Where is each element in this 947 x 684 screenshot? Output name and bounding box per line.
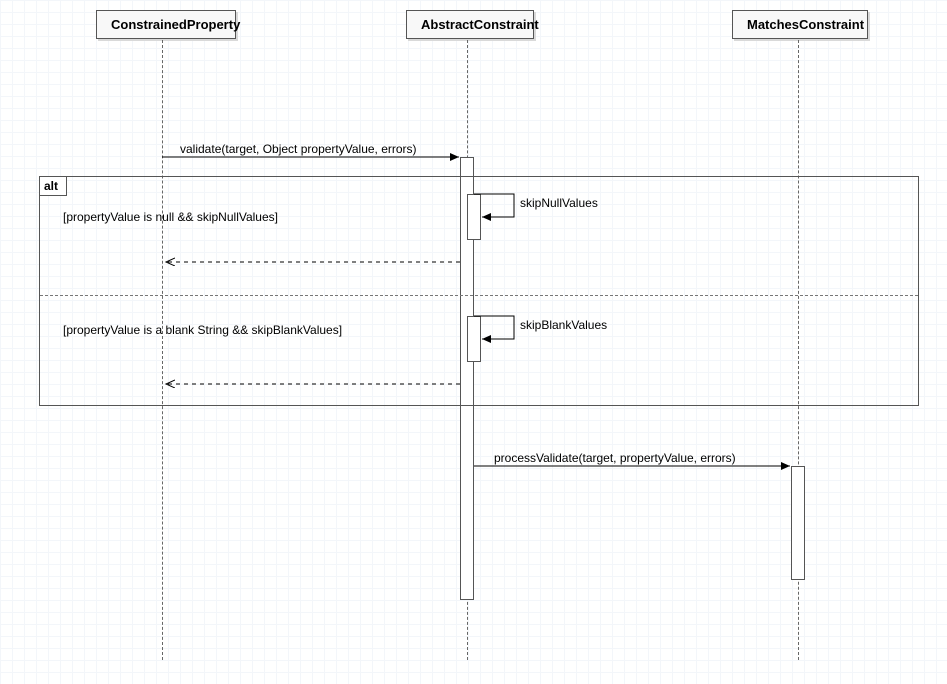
msg-skipnullvalues: skipNullValues bbox=[520, 196, 598, 210]
msg-text: validate(target, Object propertyValue, e… bbox=[180, 142, 417, 156]
frame-label-text: alt bbox=[44, 179, 58, 193]
activation-matchesconstraint bbox=[791, 466, 805, 580]
msg-skipblankvalues: skipBlankValues bbox=[520, 318, 607, 332]
lifeline-box-matchesconstraint: MatchesConstraint bbox=[732, 10, 868, 39]
msg-text: skipNullValues bbox=[520, 196, 598, 210]
lifeline-label: ConstrainedProperty bbox=[111, 17, 240, 32]
guard-blank: [propertyValue is a blank String && skip… bbox=[63, 323, 342, 337]
msg-validate: validate(target, Object propertyValue, e… bbox=[180, 142, 417, 156]
alt-frame-label: alt bbox=[40, 177, 67, 196]
guard-text: [propertyValue is null && skipNullValues… bbox=[63, 210, 278, 224]
guard-text: [propertyValue is a blank String && skip… bbox=[63, 323, 342, 337]
lifeline-box-abstractconstraint: AbstractConstraint bbox=[406, 10, 534, 39]
lifeline-box-constrainedproperty: ConstrainedProperty bbox=[96, 10, 236, 39]
msg-processvalidate: processValidate(target, propertyValue, e… bbox=[494, 451, 736, 465]
alt-separator bbox=[40, 295, 918, 296]
msg-text: processValidate(target, propertyValue, e… bbox=[494, 451, 736, 465]
msg-text: skipBlankValues bbox=[520, 318, 607, 332]
guard-null: [propertyValue is null && skipNullValues… bbox=[63, 210, 278, 224]
lifeline-label: AbstractConstraint bbox=[421, 17, 539, 32]
lifeline-label: MatchesConstraint bbox=[747, 17, 864, 32]
